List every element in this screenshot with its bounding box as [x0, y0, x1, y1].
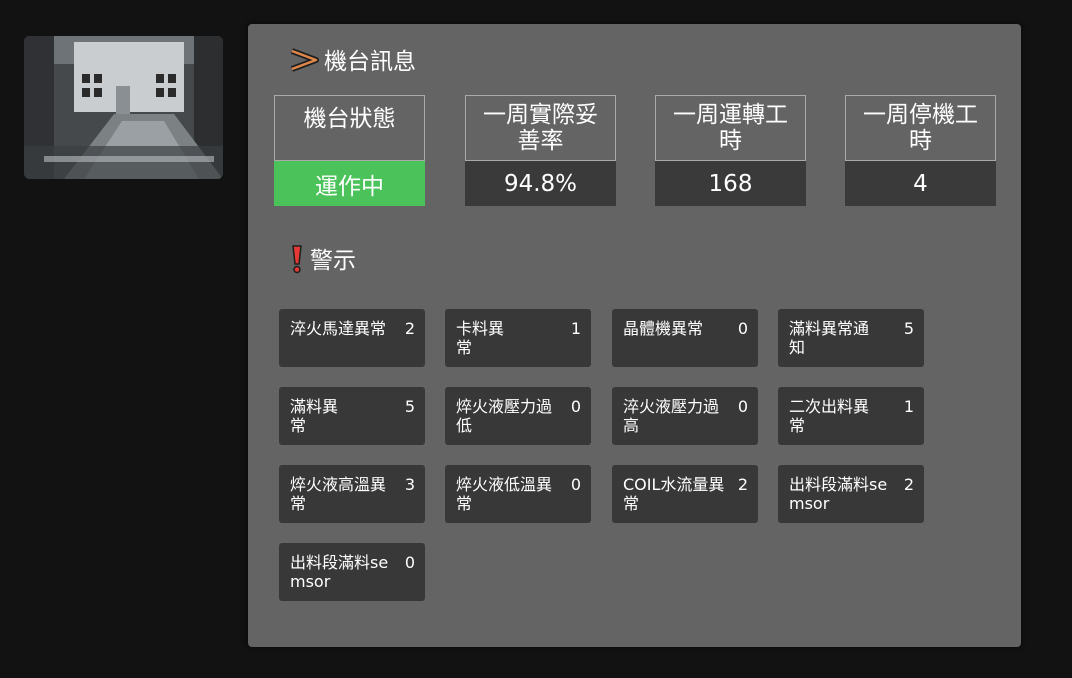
stat-label: 機台狀態: [274, 95, 425, 161]
alert-tile[interactable]: 焠火液高溫異常 3: [279, 465, 425, 523]
alert-tile[interactable]: 焠火液低溫異常 0: [445, 465, 591, 523]
alert-count: 2: [404, 319, 415, 338]
machine-photo: [24, 36, 223, 179]
alert-name: 出料段滿料semsor: [290, 553, 389, 591]
alert-name: 焠火液壓力過低: [456, 397, 553, 435]
alert-count: 0: [737, 319, 748, 338]
machine-info-title: 機台訊息: [290, 47, 416, 78]
alert-count: 0: [404, 553, 415, 572]
alert-name: COIL水流量異常: [623, 475, 725, 513]
alert-name: 焠火液低溫異常: [456, 475, 553, 513]
alert-name: 出料段滿料semsor: [789, 475, 888, 513]
dashboard: 機台訊息 機台狀態 運作中 一周實際妥善率 94.8% 一周運轉工時 168 一…: [0, 0, 1072, 678]
stat-value: 4: [845, 161, 996, 206]
stat-label: 一周運轉工時: [655, 95, 806, 161]
alert-tile[interactable]: 滿料異常通知 5: [778, 309, 924, 367]
alert-name: 滿料異常通知: [789, 319, 870, 357]
alert-tile[interactable]: 晶體機異常 0: [612, 309, 758, 367]
exclamation-icon: [288, 244, 306, 279]
alert-name: 滿料異常: [290, 397, 339, 435]
alert-name: 晶體機異常: [623, 319, 704, 338]
alert-tile[interactable]: 滿料異常 5: [279, 387, 425, 445]
machine-info-title-text: 機台訊息: [324, 49, 416, 75]
stat-machine-status: 機台狀態 運作中: [274, 95, 425, 206]
alert-count: 5: [404, 397, 415, 416]
alert-tile[interactable]: 二次出料異常 1: [778, 387, 924, 445]
alert-count: 0: [570, 397, 581, 416]
alert-name: 淬火液壓力過高: [623, 397, 720, 435]
status-badge: 運作中: [274, 161, 425, 206]
alert-count: 2: [737, 475, 748, 494]
alert-tile[interactable]: 淬火馬達異常 2: [279, 309, 425, 367]
alert-count: 0: [570, 475, 581, 494]
alert-count: 0: [737, 397, 748, 416]
alert-tile[interactable]: 淬火液壓力過高 0: [612, 387, 758, 445]
alert-tile[interactable]: COIL水流量異常 2: [612, 465, 758, 523]
alert-count: 3: [404, 475, 415, 494]
alert-count: 1: [903, 397, 914, 416]
alerts-title: 警示: [288, 244, 356, 279]
alert-count: 5: [903, 319, 914, 338]
stat-weekly-availability: 一周實際妥善率 94.8%: [465, 95, 616, 206]
machine-info-panel: 機台訊息 機台狀態 運作中 一周實際妥善率 94.8% 一周運轉工時 168 一…: [248, 24, 1021, 647]
stat-label: 一周停機工時: [845, 95, 996, 161]
alert-tile[interactable]: 出料段滿料semsor 0: [279, 543, 425, 601]
alerts-title-text: 警示: [310, 248, 356, 274]
alert-name: 淬火馬達異常: [290, 319, 387, 338]
alert-count: 1: [570, 319, 581, 338]
alert-tile[interactable]: 卡料異常 1: [445, 309, 591, 367]
alert-name: 卡料異常: [456, 319, 505, 357]
chevron-arrow-icon: [290, 47, 320, 78]
stat-label: 一周實際妥善率: [465, 95, 616, 161]
stat-value: 94.8%: [465, 161, 616, 206]
alert-name: 焠火液高溫異常: [290, 475, 387, 513]
alert-count: 2: [903, 475, 914, 494]
alert-tile[interactable]: 焠火液壓力過低 0: [445, 387, 591, 445]
alert-name: 二次出料異常: [789, 397, 870, 435]
stat-weekly-downtime-hours: 一周停機工時 4: [845, 95, 996, 206]
stat-value: 168: [655, 161, 806, 206]
alert-tile[interactable]: 出料段滿料semsor 2: [778, 465, 924, 523]
stat-weekly-run-hours: 一周運轉工時 168: [655, 95, 806, 206]
